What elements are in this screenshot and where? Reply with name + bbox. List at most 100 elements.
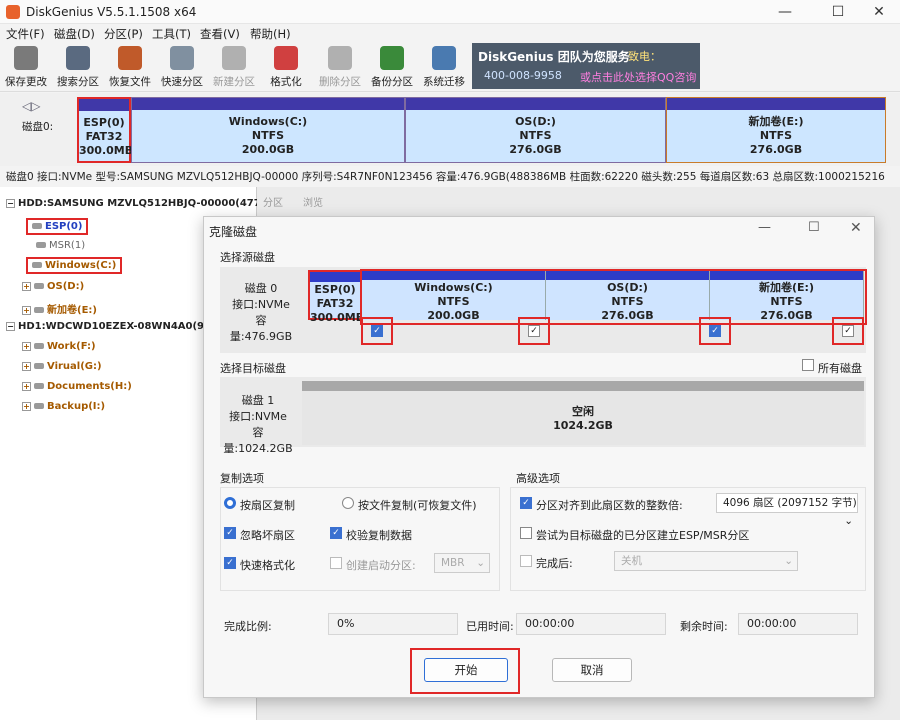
toolbar-button-label: 搜索分区 bbox=[57, 76, 99, 88]
toolbar-button[interactable]: 搜索分区 bbox=[52, 44, 104, 90]
tree-partition-c[interactable]: Windows(C:) bbox=[26, 257, 123, 274]
sector-copy-radio[interactable] bbox=[224, 497, 236, 509]
menu-view[interactable]: 查看(V) bbox=[200, 26, 240, 42]
ignore-bad-sectors-checkbox[interactable]: ✓ bbox=[224, 527, 236, 539]
source-part-c-alt-checkbox[interactable]: ✓ bbox=[528, 325, 540, 337]
maximize-button[interactable]: ☐ bbox=[808, 220, 820, 235]
after-complete-checkbox[interactable] bbox=[520, 555, 532, 567]
expand-icon[interactable]: + bbox=[22, 282, 31, 291]
tree-partition-g[interactable]: + Virual(G:) bbox=[22, 361, 102, 372]
toolbar-button-label: 保存更改 bbox=[5, 76, 47, 88]
menu-partition[interactable]: 分区(P) bbox=[104, 26, 143, 42]
source-part-e-checkbox[interactable]: ✓ bbox=[842, 325, 854, 337]
target-free-space[interactable]: 空闲 1024.2GB bbox=[302, 381, 864, 445]
tree-partition-label: Work(F:) bbox=[47, 341, 96, 352]
select-value: 关机 bbox=[621, 555, 642, 567]
toolbar-button[interactable]: 快速分区 bbox=[156, 44, 208, 90]
expand-icon[interactable]: + bbox=[22, 402, 31, 411]
partition-icon bbox=[34, 307, 44, 313]
align-sector-select[interactable]: 4096 扇区 (2097152 字节) ⌄ bbox=[716, 493, 858, 527]
source-part-c-checkbox[interactable]: ✓ bbox=[371, 325, 383, 337]
tree-partition-h[interactable]: + Documents(H:) bbox=[22, 381, 132, 392]
collapse-icon[interactable]: − bbox=[6, 322, 15, 331]
menu-file[interactable]: 文件(F) bbox=[6, 26, 45, 42]
diskmap-partition-esp[interactable]: ESP(0) FAT32 300.0MB bbox=[77, 97, 133, 163]
tab-partitions[interactable]: 分区 bbox=[263, 194, 283, 209]
partition-name: ESP(0) bbox=[83, 116, 125, 129]
tree-partition-msr[interactable]: MSR(1) bbox=[36, 240, 85, 251]
elapsed-value: 00:00:00 bbox=[516, 613, 666, 635]
boot-partition-checkbox[interactable] bbox=[330, 557, 342, 569]
create-esp-msr-checkbox[interactable] bbox=[520, 527, 532, 539]
partitions-highlight bbox=[360, 269, 867, 325]
collapse-icon[interactable]: − bbox=[6, 199, 15, 208]
diskmap-partition-d[interactable]: OS(D:) NTFS 276.0GB bbox=[405, 97, 666, 163]
partition-fs: NTFS bbox=[759, 129, 793, 142]
align-partition-checkbox[interactable]: ✓ bbox=[520, 497, 532, 509]
expand-icon[interactable]: + bbox=[22, 382, 31, 391]
tree-partition-i[interactable]: + Backup(I:) bbox=[22, 401, 105, 412]
banner-phone: 400-008-9958 bbox=[484, 69, 562, 82]
diskmap-partition-e[interactable]: 新加卷(E:) NTFS 276.0GB bbox=[666, 97, 886, 163]
tree-partition-label: OS(D:) bbox=[47, 281, 85, 292]
cancel-button[interactable]: 取消 bbox=[552, 658, 632, 682]
partition-icon bbox=[34, 383, 44, 389]
quick-format-checkbox[interactable]: ✓ bbox=[224, 557, 236, 569]
dialog-title: 克隆磁盘 bbox=[209, 225, 258, 239]
save-icon bbox=[14, 46, 38, 70]
menu-tools[interactable]: 工具(T) bbox=[152, 26, 191, 42]
tree-partition-label: 新加卷(E:) bbox=[47, 305, 97, 316]
support-banner[interactable]: DiskGenius 团队为您服务 致电： 400-008-9958 或点击此处… bbox=[472, 43, 700, 89]
copy-options-label: 复制选项 bbox=[220, 472, 264, 485]
partition-icon bbox=[36, 242, 46, 248]
file-copy-radio[interactable] bbox=[342, 497, 354, 509]
after-complete-select[interactable]: 关机 ⌄ bbox=[614, 551, 798, 571]
after-complete-label: 完成后: bbox=[536, 557, 573, 570]
maximize-button[interactable]: ☐ bbox=[815, 0, 861, 24]
ignore-bad-sectors-label: 忽略坏扇区 bbox=[240, 529, 295, 542]
all-disks-checkbox[interactable] bbox=[802, 359, 814, 371]
minimize-button[interactable]: — bbox=[758, 220, 771, 235]
disk-capacity: 容量:1024.2GB bbox=[223, 426, 293, 455]
free-label: 空闲 bbox=[572, 405, 594, 418]
app-logo-icon bbox=[6, 5, 20, 19]
disk-label: 磁盘0: bbox=[22, 121, 54, 133]
banner-qq-link[interactable]: 或点击此处选择QQ咨询 bbox=[580, 69, 696, 85]
toolbar-button[interactable]: 恢复文件 bbox=[104, 44, 156, 90]
nav-arrows-icon[interactable]: ◁▷ bbox=[22, 99, 40, 113]
start-button[interactable]: 开始 bbox=[424, 658, 508, 682]
expand-icon[interactable]: + bbox=[22, 306, 31, 315]
expand-icon[interactable]: + bbox=[22, 362, 31, 371]
tree-disk-label: HD1:WDCWD10EZEX-08WN4A0(932GB bbox=[18, 321, 234, 332]
minimize-button[interactable]: — bbox=[762, 0, 808, 24]
source-part-esp[interactable]: ESP(0) FAT32 300.0MB bbox=[308, 270, 364, 324]
tree-partition-e[interactable]: + 新加卷(E:) bbox=[22, 301, 97, 316]
tree-partition-d[interactable]: + OS(D:) bbox=[22, 281, 84, 292]
close-button[interactable]: ✕ bbox=[850, 220, 862, 236]
tab-browse[interactable]: 浏览 bbox=[303, 194, 323, 209]
partition-fs: NTFS bbox=[519, 129, 552, 142]
toolbar-button[interactable]: 删除分区 bbox=[314, 44, 366, 90]
partition-fs: FAT32 bbox=[85, 130, 123, 143]
menu-disk[interactable]: 磁盘(D) bbox=[54, 26, 95, 42]
toolbar-button[interactable]: 系统迁移 bbox=[418, 44, 470, 90]
select-value: MBR bbox=[441, 557, 465, 569]
boot-partition-select[interactable]: MBR ⌄ bbox=[434, 553, 490, 573]
tree-partition-label: MSR(1) bbox=[49, 240, 86, 251]
menu-help[interactable]: 帮助(H) bbox=[250, 26, 291, 42]
verify-data-checkbox[interactable]: ✓ bbox=[330, 527, 342, 539]
toolbar-button[interactable]: 新建分区 bbox=[208, 44, 260, 90]
toolbar-button[interactable]: 格式化 bbox=[260, 44, 312, 90]
tree-partition-f[interactable]: + Work(F:) bbox=[22, 341, 96, 352]
toolbar-button[interactable]: 保存更改 bbox=[0, 44, 52, 90]
progress-label: 完成比例: bbox=[224, 620, 272, 633]
diskmap-partition-c[interactable]: Windows(C:) NTFS 200.0GB bbox=[131, 97, 405, 163]
tree-disk0[interactable]: − HDD:SAMSUNG MZVLQ512HBJQ-00000(477GB) bbox=[6, 198, 281, 209]
tree-disk1[interactable]: − HD1:WDCWD10EZEX-08WN4A0(932GB bbox=[6, 321, 234, 332]
remaining-label: 剩余时间: bbox=[680, 620, 728, 633]
tree-partition-esp[interactable]: ESP(0) bbox=[26, 218, 89, 235]
expand-icon[interactable]: + bbox=[22, 342, 31, 351]
source-part-d-checkbox[interactable]: ✓ bbox=[709, 325, 721, 337]
toolbar-button[interactable]: 备份分区 bbox=[366, 44, 418, 90]
close-button[interactable]: ✕ bbox=[856, 0, 900, 24]
